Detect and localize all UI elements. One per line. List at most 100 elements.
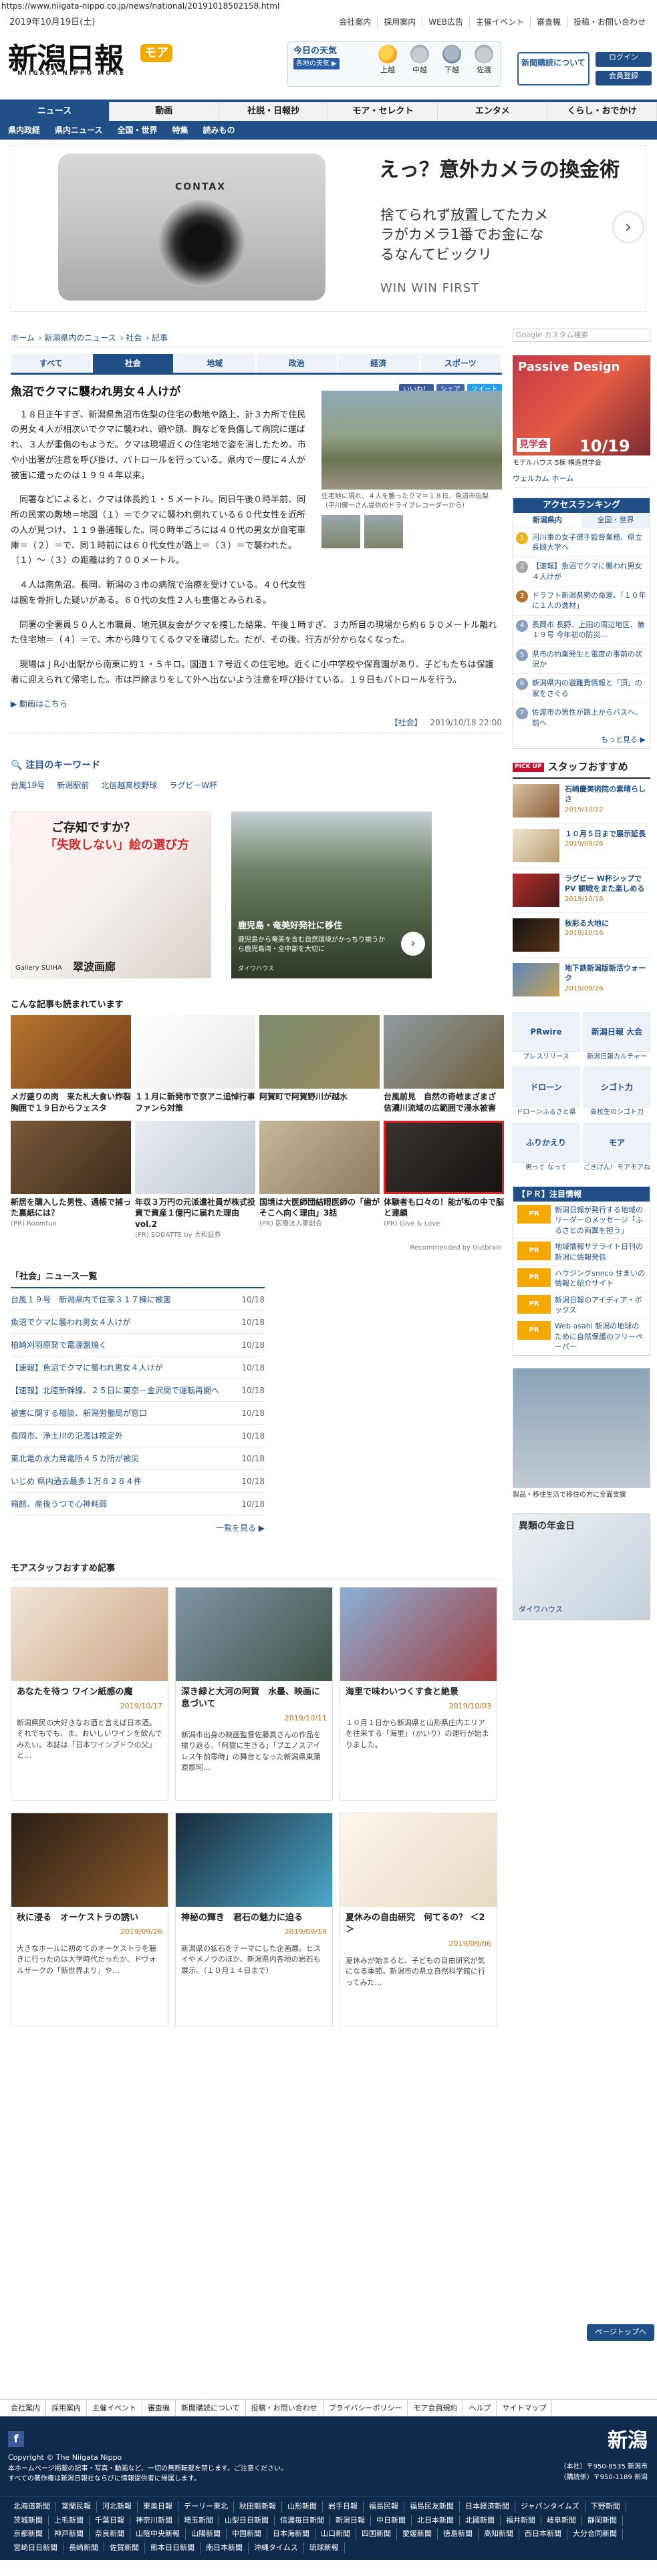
newspaper-link[interactable]: 東奥日報 xyxy=(138,2501,178,2513)
photo-thumbnail[interactable] xyxy=(321,515,360,548)
video-link[interactable]: ▶ 動画はこちら xyxy=(11,698,502,710)
passive-design-ad[interactable]: Passive Design 見学会 10/19 xyxy=(513,355,650,455)
tab-all[interactable]: すべて xyxy=(11,354,93,373)
staff-card-title[interactable]: 海里で味わいつくす食と絶景 xyxy=(340,1681,497,1698)
newspaper-link[interactable]: 中国新聞 xyxy=(227,2529,267,2540)
newspaper-link[interactable]: 山陽新聞 xyxy=(186,2529,227,2540)
nav-editorial[interactable]: 社説・日報抄 xyxy=(219,102,329,121)
sidebar-logo-link[interactable]: ドローン ドローンふるさと県 xyxy=(513,1067,579,1117)
staff-side-title-text[interactable]: 秋彩る大地に xyxy=(565,918,609,928)
subnav-politics[interactable]: 県内政経 xyxy=(8,124,40,136)
list-item[interactable]: 箱館、産後うつで心神耗弱 10/18 xyxy=(11,1493,265,1516)
newspaper-link[interactable]: ジャパンタイムズ xyxy=(515,2501,585,2513)
list-item[interactable]: 被害に関する相談、新潟労働局が窓口 10/18 xyxy=(11,1402,265,1425)
logo-caption[interactable]: 新潟日報カルチャー xyxy=(583,1052,650,1062)
list-item[interactable]: 長岡市、浄土川の氾濫は規定外 10/18 xyxy=(11,1425,265,1448)
staff-card-image[interactable] xyxy=(11,1813,168,1907)
tab-sports[interactable]: スポーツ xyxy=(420,354,502,373)
staff-card[interactable]: 海里で味わいつくす食と絶景 2019/10/03 １０月１日から新潟県と山形県庄内エ… xyxy=(340,1586,497,1801)
newspaper-link[interactable]: 山口新聞 xyxy=(315,2529,356,2540)
staff-card-image[interactable] xyxy=(176,1587,332,1681)
newspaper-link[interactable]: 北國新聞 xyxy=(460,2515,501,2526)
pr-item[interactable]: PR Web asahi 新潟の地球のために自然保護のフリーペーパー xyxy=(513,1318,650,1354)
footer-nav-link[interactable]: 採用案内 xyxy=(46,2400,87,2416)
ranking-more-link[interactable]: もっと見る ▶ xyxy=(513,732,650,749)
facebook-icon[interactable]: f xyxy=(8,2431,24,2447)
staff-card-image[interactable] xyxy=(11,1587,168,1681)
keyword-link[interactable]: 北信越高校野球 xyxy=(101,779,157,791)
toplink-recruit[interactable]: 採用案内 xyxy=(377,16,422,28)
footer-nav-link[interactable]: モア会員規約 xyxy=(408,2400,464,2416)
list-item[interactable]: 東北電の水力発電所４５カ所が被災 10/18 xyxy=(11,1447,265,1471)
newspaper-link[interactable]: 京都新聞 xyxy=(8,2529,49,2540)
subnav-world[interactable]: 全国・世界 xyxy=(117,124,157,136)
tab-economy[interactable]: 経済 xyxy=(338,354,420,373)
newspaper-link[interactable]: 愛媛新聞 xyxy=(397,2529,438,2540)
staff-side-item[interactable]: １０月５日まで展示延長 2019/09/26 xyxy=(513,823,650,868)
newspaper-link[interactable]: 神奈川新聞 xyxy=(130,2515,178,2526)
sidebar-ad-pension[interactable]: 異類の年金日 ダイワハウス xyxy=(513,1513,650,1620)
sidebar-logo-link[interactable]: シゴト力 高校生のシゴト力 xyxy=(583,1067,650,1117)
nav-news[interactable]: ニュース xyxy=(0,102,110,121)
staff-card[interactable]: あなたを待つ ワイン紙感の魔 2019/10/17 新潟県民の大好きなお酒と言えば日… xyxy=(11,1586,168,1801)
ranking-item[interactable]: 4 長岡市 長野、上田の周辺地区、第１９号 今年初の防災... xyxy=(513,614,650,645)
footer-nav-link[interactable]: 会社案内 xyxy=(5,2400,46,2416)
staff-card-title[interactable]: あなたを待つ ワイン紙感の魔 xyxy=(11,1681,168,1698)
gallery-ad[interactable]: ご存知ですか？ 「失敗しない」絵の選び方 Gallery SUIHA 翠波画廊 xyxy=(11,811,211,978)
newspaper-link[interactable]: 秋田魁新報 xyxy=(234,2501,282,2513)
newspaper-link[interactable]: 奈良新聞 xyxy=(90,2529,130,2540)
staff-side-item[interactable]: ラグビー W杯シップでPV 観戦をまた楽しめる 2019/10/18 xyxy=(513,868,650,913)
ranking-item-title[interactable]: 県市の約業発生と電度の事前の状況か xyxy=(532,649,647,670)
staff-card-title[interactable]: 秋に浸る オーケストラの誘い xyxy=(11,1907,168,1924)
register-button[interactable]: 会員登録 xyxy=(596,71,652,85)
subnav-local[interactable]: 県内ニュース xyxy=(55,124,102,136)
ranking-item[interactable]: 6 新潟県内の避難費情報と「頂」の家をさぐる xyxy=(513,673,650,703)
recommend-card[interactable]: 体験者も口々の！能が私の中で脳と連鎖 (PR) Give & Love xyxy=(384,1120,504,1240)
pr-item-text[interactable]: 新潟日報のアイディア・ボックス xyxy=(555,1295,646,1316)
staff-side-title-text[interactable]: ラグビー W杯シップでPV 観戦をまた楽しめる xyxy=(565,874,650,894)
ranking-item[interactable]: 5 県市の約業発生と電度の事前の状況か xyxy=(513,644,650,674)
staff-side-image[interactable] xyxy=(513,962,559,996)
tab-region[interactable]: 地域 xyxy=(174,354,257,373)
pr-item[interactable]: PR 新潟日報が発行する地域のリーダーのメッセージ「ふるさとの両翼を担う」 xyxy=(513,1201,650,1238)
tab-politics[interactable]: 政治 xyxy=(256,354,338,373)
footer-nav-link[interactable]: 審査機 xyxy=(142,2400,176,2416)
toplink-company[interactable]: 会社案内 xyxy=(333,16,377,28)
recommend-card[interactable]: 台風前見 自然の奇岐まざまざ 信濃川流域の広範囲で浸水被害 xyxy=(384,1015,504,1114)
newspaper-link[interactable]: 西日本新聞 xyxy=(519,2529,567,2540)
ranking-item[interactable]: 1 河川事の女子選手監督業務、県立長岡大学へ xyxy=(513,527,650,557)
list-item-title[interactable]: 【速報】魚沼でクマに襲われ男女４人けが xyxy=(11,1356,162,1378)
keyword-link[interactable]: 台風19号 xyxy=(11,779,45,791)
sidebar-logo-link[interactable]: 新潟日報 大会 新潟日報カルチャー xyxy=(583,1011,650,1062)
staff-side-item[interactable]: 秋彩る大地に 2019/10/16 xyxy=(513,913,650,958)
newspaper-link[interactable]: 信濃毎日新聞 xyxy=(275,2515,330,2526)
photo-thumbnail[interactable] xyxy=(364,515,403,548)
ranking-tab-world[interactable]: 全国・世界 xyxy=(581,512,650,528)
sidebar-logo-link[interactable]: モア ごきげん！モアモアね xyxy=(583,1122,650,1173)
recommend-card[interactable]: １１月に新発市で京アニ追悼行事 ファンら対策 xyxy=(135,1015,255,1114)
pr-item-text[interactable]: 地域情報サテライト日刊の新潟に情報発信 xyxy=(555,1242,646,1262)
login-button[interactable]: ログイン xyxy=(596,52,652,67)
staff-card-title[interactable]: 深き緑と大河の阿賀 水墨、映画に息づいて xyxy=(176,1681,332,1710)
newspaper-link[interactable]: 山陰中央新報 xyxy=(130,2529,186,2540)
list-item-title[interactable]: 【速報】北陸新幹線、２５日に東京－金沢間で運転再開へ xyxy=(11,1379,219,1401)
newspaper-link[interactable]: 日本海新聞 xyxy=(267,2529,315,2540)
newspaper-link[interactable]: 福井新聞 xyxy=(501,2515,541,2526)
pr-item[interactable]: PR 新潟日報のアイディア・ボックス xyxy=(513,1291,650,1318)
staff-side-image[interactable] xyxy=(513,828,559,862)
newspaper-link[interactable]: 熊本日日新聞 xyxy=(145,2542,201,2553)
sidebar-logo-link[interactable]: PRwire プレスリリース xyxy=(513,1011,579,1062)
nav-life[interactable]: くらし・おでかけ xyxy=(547,102,657,121)
logo-caption[interactable]: ドローンふるさと県 xyxy=(513,1107,579,1117)
newspaper-link[interactable]: 上毛新聞 xyxy=(49,2515,90,2526)
pr-item-text[interactable]: Web asahi 新潟の地球のために自然保護のフリーペーパー xyxy=(555,1321,646,1352)
weather-widget[interactable]: 今日の天気 各地の天気 ▶ 上越 中越 下越 佐渡 xyxy=(287,41,501,87)
recommend-title-text[interactable]: １１月に新発市で京アニ追悼行事 ファンら対策 xyxy=(135,1091,255,1114)
staff-side-image[interactable] xyxy=(513,918,559,952)
newspaper-link[interactable]: 福島民報 xyxy=(364,2501,404,2513)
logo-caption[interactable]: 男って なって xyxy=(513,1163,579,1173)
recommend-image[interactable] xyxy=(259,1015,380,1089)
ranking-item-title[interactable]: ドラフト新潟県勢の命運、「１０年に１人の逸材」 xyxy=(532,590,647,611)
recommend-title-text[interactable]: 年収３万円の元派遣社員が株式投資で資産１億円に届れた理由 vol.2 xyxy=(135,1197,255,1230)
ranking-item-title[interactable]: 長岡市 長野、上田の周辺地区、第１９号 今年初の防災... xyxy=(532,620,647,640)
